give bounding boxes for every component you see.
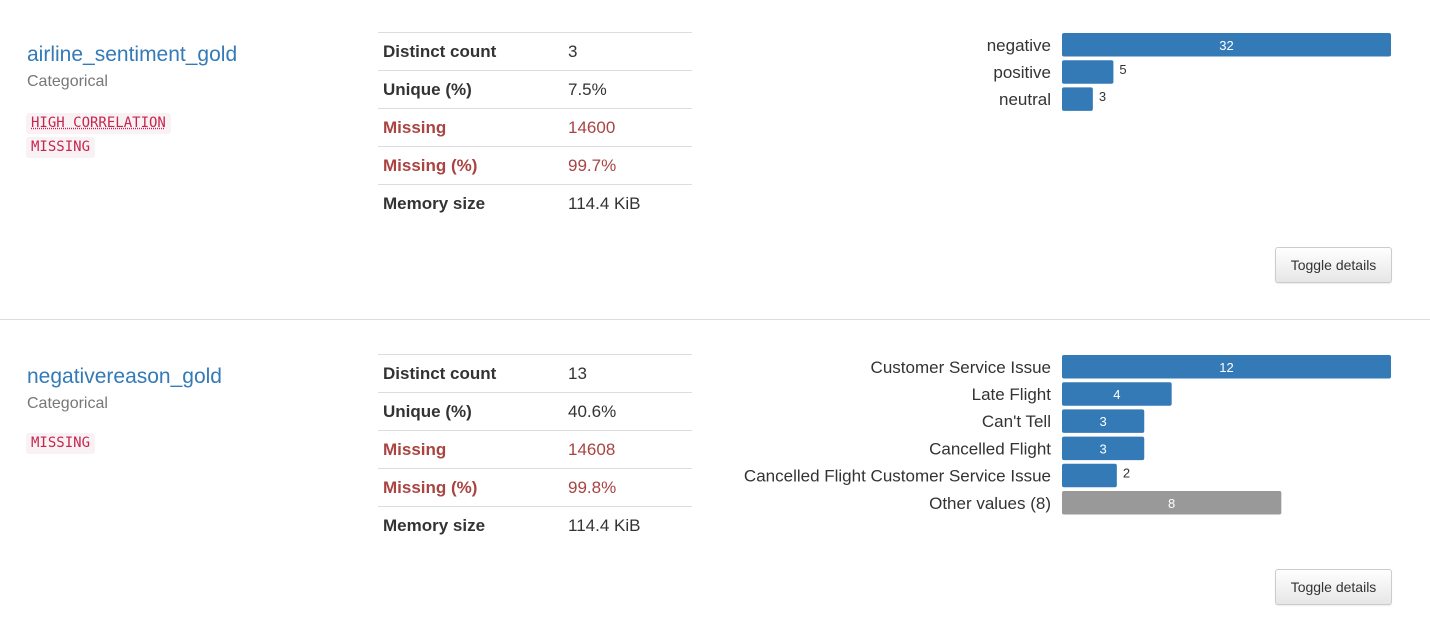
bar-value-label: 8	[1168, 496, 1175, 511]
variable-type: Categorical	[27, 395, 108, 412]
bar-value-label: 32	[1219, 38, 1233, 53]
toggle-details-button[interactable]: Toggle details	[1275, 569, 1392, 605]
stat-row: Memory size 114.4 KiB	[378, 184, 692, 222]
stat-value: 99.7%	[563, 146, 692, 185]
stat-label: Unique (%)	[378, 70, 563, 109]
stat-row-alert: Missing (%) 99.8%	[378, 468, 692, 507]
stats-table: Distinct count 3 Unique (%) 7.5% Missing…	[378, 32, 692, 222]
stat-row-alert: Missing 14600	[378, 108, 692, 147]
missing-badge: MISSING	[26, 137, 96, 158]
bar-category-label: Can't Tell	[982, 412, 1051, 431]
stat-label: Missing (%)	[378, 468, 563, 507]
frequency-bar	[1062, 87, 1093, 111]
stat-value: 7.5%	[563, 70, 692, 109]
stat-value: 14600	[563, 108, 692, 147]
frequency-chart: Customer Service Issue 12 Late Flight 4 Can'…	[700, 354, 1420, 524]
high-correlation-badge[interactable]: HIGH CORRELATION	[26, 113, 171, 134]
bar-value-label: 3	[1099, 89, 1106, 104]
frequency-bar-chart: Customer Service Issue 12 Late Flight 4 Can'…	[744, 355, 1391, 515]
stat-label: Distinct count	[378, 354, 563, 393]
variable-name-link[interactable]: negativereason_gold	[27, 365, 222, 389]
stat-label: Missing (%)	[378, 146, 563, 185]
bar-value-label: 2	[1123, 466, 1130, 481]
stats-table: Distinct count 13 Unique (%) 40.6% Missi…	[378, 354, 692, 544]
stat-row-alert: Missing (%) 99.7%	[378, 146, 692, 185]
stat-value: 114.4 KiB	[563, 184, 692, 222]
bar-category-label: positive	[993, 63, 1051, 82]
frequency-bar	[1062, 60, 1114, 84]
stat-label: Memory size	[378, 184, 563, 222]
toggle-details-button[interactable]: Toggle details	[1275, 247, 1392, 283]
stat-label: Missing	[378, 108, 563, 147]
missing-badge: MISSING	[26, 433, 96, 454]
bar-value-label: 3	[1100, 441, 1107, 456]
bar-value-label: 5	[1119, 62, 1126, 77]
frequency-bar-chart: negative 32 positive 5 neutral 3	[987, 33, 1391, 111]
stat-value: 14608	[563, 430, 692, 469]
bar-value-label: 4	[1113, 387, 1120, 402]
frequency-bar	[1062, 463, 1117, 488]
stat-row: Memory size 114.4 KiB	[378, 506, 692, 544]
variable-type: Categorical	[27, 73, 108, 90]
stat-row: Unique (%) 7.5%	[378, 70, 692, 109]
stat-label: Distinct count	[378, 32, 563, 71]
bar-category-label: Customer Service Issue	[871, 358, 1051, 377]
stat-row: Distinct count 3	[378, 32, 692, 71]
stat-value: 114.4 KiB	[563, 506, 692, 544]
bar-category-label: Other values (8)	[929, 494, 1051, 513]
variable-name-link[interactable]: airline_sentiment_gold	[27, 43, 237, 67]
bar-category-label: neutral	[999, 90, 1051, 109]
stat-label: Missing	[378, 430, 563, 469]
bar-category-label: Late Flight	[972, 385, 1052, 404]
stat-label: Unique (%)	[378, 392, 563, 431]
variable-row: airline_sentiment_gold Categorical HIGH …	[0, 0, 1430, 320]
frequency-chart: negative 32 positive 5 neutral 3	[700, 32, 1420, 122]
bar-value-label: 3	[1100, 414, 1107, 429]
bar-value-label: 12	[1219, 360, 1233, 375]
stat-row: Distinct count 13	[378, 354, 692, 393]
stat-value: 99.8%	[563, 468, 692, 507]
bar-category-label: Cancelled Flight Customer Service Issue	[744, 467, 1051, 486]
stat-value: 13	[563, 354, 692, 393]
stat-value: 3	[563, 32, 692, 71]
bar-category-label: Cancelled Flight	[929, 439, 1051, 458]
stat-value: 40.6%	[563, 392, 692, 431]
stat-label: Memory size	[378, 506, 563, 544]
alert-badges: MISSING	[26, 433, 96, 457]
stat-row: Unique (%) 40.6%	[378, 392, 692, 431]
bar-category-label: negative	[987, 36, 1051, 55]
stat-row-alert: Missing 14608	[378, 430, 692, 469]
alert-badges: HIGH CORRELATION MISSING	[26, 113, 171, 161]
variable-row: negativereason_gold Categorical MISSING …	[0, 320, 1430, 623]
